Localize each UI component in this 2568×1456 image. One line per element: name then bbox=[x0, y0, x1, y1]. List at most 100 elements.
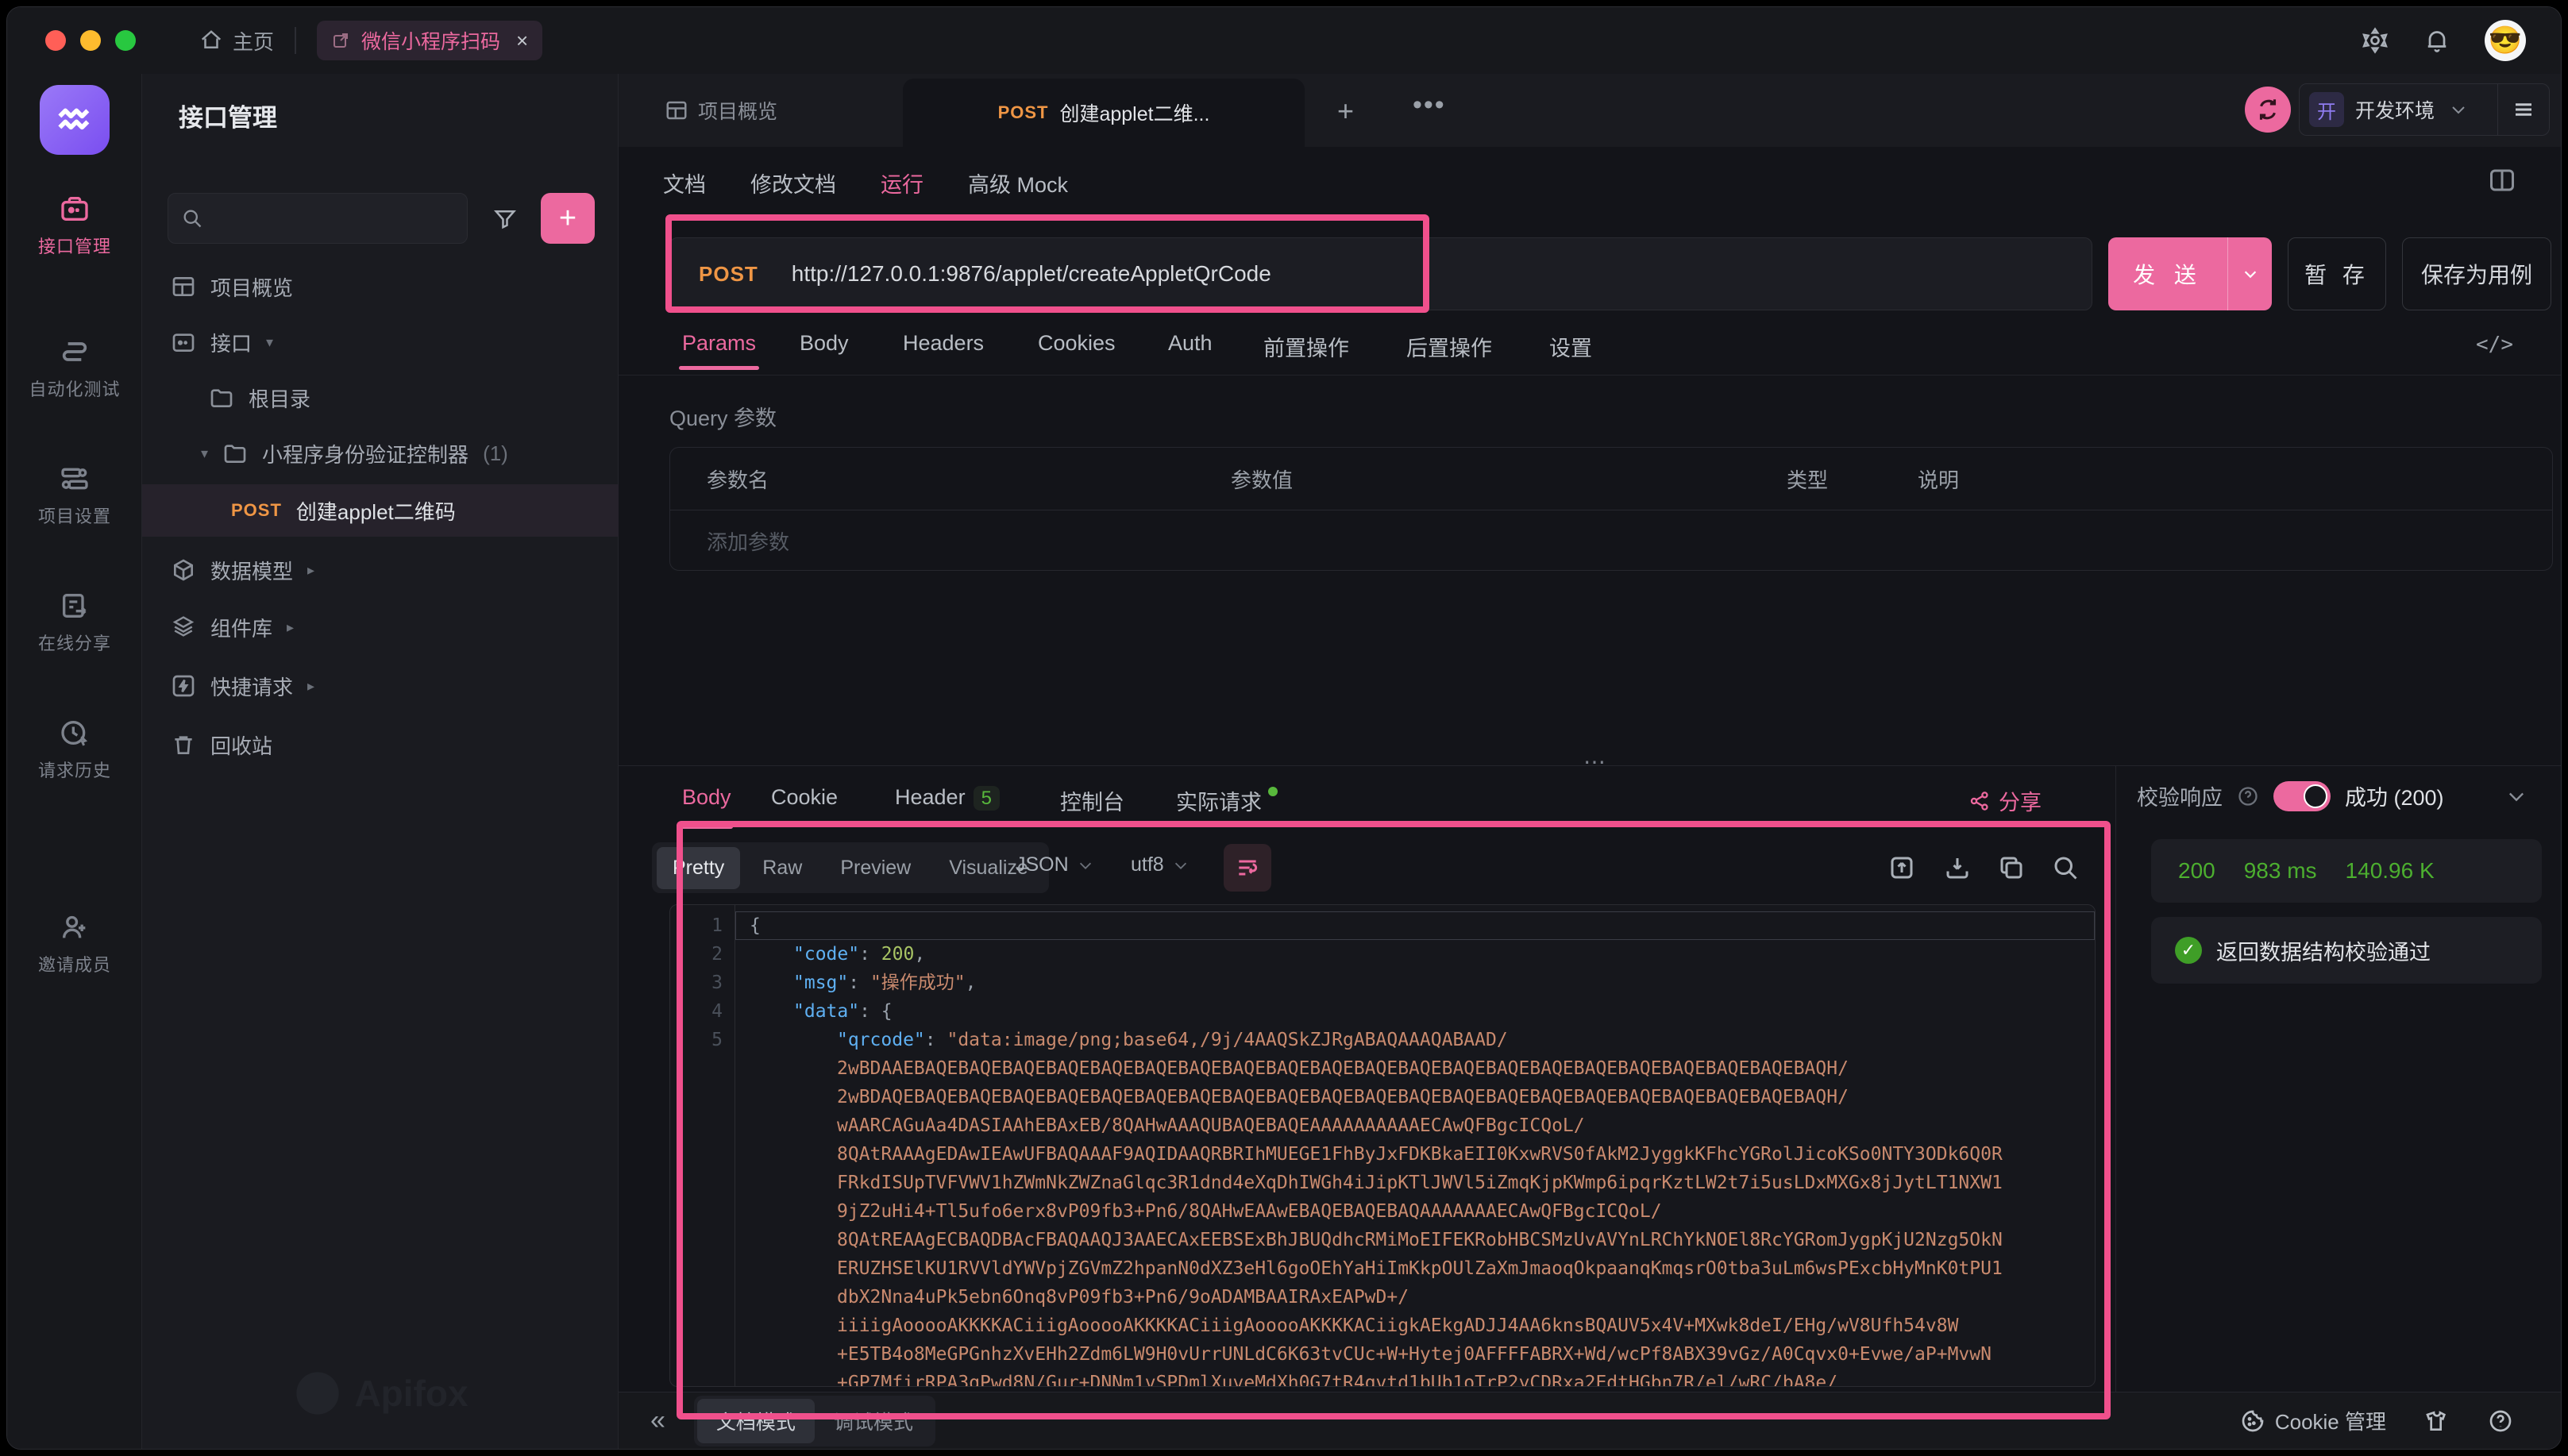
split-panel-icon[interactable] bbox=[2488, 166, 2516, 195]
reqtab-body[interactable]: Body bbox=[800, 331, 849, 356]
method-post-tag[interactable]: POST bbox=[699, 262, 758, 287]
subtab-run[interactable]: 运行 bbox=[881, 168, 923, 198]
code-line: "msg": "操作成功", bbox=[735, 969, 2095, 997]
rail-item-project-settings[interactable]: 项目设置 bbox=[7, 463, 142, 528]
help-icon[interactable] bbox=[2488, 1408, 2513, 1434]
project-tab[interactable]: 微信小程序扫码 × bbox=[317, 21, 542, 60]
sidebar-item-quick-request[interactable]: 快捷请求 ▸ bbox=[142, 660, 619, 712]
add-api-button[interactable]: + bbox=[541, 193, 595, 244]
search-input[interactable] bbox=[211, 207, 441, 229]
reqtab-params[interactable]: Params bbox=[682, 331, 756, 356]
resptab-actual-request[interactable]: 实际请求 bbox=[1176, 785, 1278, 816]
apifox-logo[interactable] bbox=[40, 85, 110, 155]
reqtab-settings[interactable]: 设置 bbox=[1549, 331, 1592, 362]
new-tab-button[interactable]: + bbox=[1337, 94, 1354, 128]
generate-code-icon[interactable]: </> bbox=[2476, 333, 2513, 356]
filter-button[interactable] bbox=[479, 193, 531, 244]
env-sync-button[interactable] bbox=[2245, 87, 2291, 133]
request-url-bar[interactable]: POST http://127.0.0.1:9876/applet/create… bbox=[669, 237, 2092, 310]
chevron-right-icon[interactable]: ▸ bbox=[287, 619, 294, 636]
save-as-case-button[interactable]: 保存为用例 bbox=[2402, 237, 2551, 310]
resptab-console[interactable]: 控制台 bbox=[1060, 785, 1124, 816]
sidebar-item-project-overview[interactable]: 项目概览 bbox=[142, 260, 619, 313]
rail-item-automation[interactable]: 自动化测试 bbox=[7, 336, 142, 401]
reqtab-cookies[interactable]: Cookies bbox=[1038, 331, 1116, 356]
reqtab-post-ops[interactable]: 后置操作 bbox=[1406, 331, 1492, 362]
reqtab-pre-ops[interactable]: 前置操作 bbox=[1263, 331, 1349, 362]
stash-button[interactable]: 暂 存 bbox=[2288, 237, 2386, 310]
validation-passed-text: 返回数据结构校验通过 bbox=[2216, 935, 2431, 966]
help-icon[interactable] bbox=[2237, 785, 2259, 807]
chevron-down-icon[interactable] bbox=[2505, 785, 2528, 807]
sidebar-item-root-dir[interactable]: 根目录 bbox=[142, 372, 619, 424]
tab-overflow-button[interactable]: ••• bbox=[1413, 90, 1446, 121]
editor-gutter: 12345 bbox=[670, 911, 734, 1387]
minimize-window-button[interactable] bbox=[80, 30, 101, 51]
sidebar-item-data-model[interactable]: 数据模型 ▸ bbox=[142, 544, 619, 596]
share-button[interactable]: 分享 bbox=[1968, 785, 2042, 816]
debug-mode-button[interactable]: 调试模式 bbox=[815, 1399, 932, 1443]
response-json-editor[interactable]: 12345 {"code": 200,"msg": "操作成功","data":… bbox=[669, 904, 2096, 1387]
method-post-tag: POST bbox=[231, 500, 282, 521]
resptab-cookie[interactable]: Cookie bbox=[771, 785, 838, 810]
theme-shirt-icon[interactable] bbox=[2424, 1408, 2450, 1434]
copy-response-icon[interactable] bbox=[1997, 853, 2026, 882]
rail-item-request-history[interactable]: 请求历史 bbox=[7, 717, 142, 782]
export-response-icon[interactable] bbox=[1887, 853, 1916, 882]
subtab-advanced-mock[interactable]: 高级 Mock bbox=[968, 168, 1068, 198]
sidebar-item-controller-folder[interactable]: ▾ 小程序身份验证控制器 (1) bbox=[142, 427, 619, 480]
project-settings-icon bbox=[7, 463, 142, 495]
chevron-right-icon[interactable]: ▸ bbox=[307, 678, 314, 695]
rail-item-api-manage[interactable]: 接口管理 bbox=[7, 193, 142, 258]
encoding-dropdown[interactable]: utf8 bbox=[1131, 853, 1190, 876]
resptab-body[interactable]: Body bbox=[682, 785, 731, 810]
settings-gear-icon[interactable] bbox=[2361, 26, 2389, 55]
user-avatar[interactable]: 😎 bbox=[2485, 20, 2526, 61]
rail-item-online-share[interactable]: 在线分享 bbox=[7, 590, 142, 655]
reqtab-auth[interactable]: Auth bbox=[1168, 331, 1213, 356]
home-icon bbox=[199, 29, 223, 52]
folder-icon bbox=[209, 385, 234, 410]
notifications-bell-icon[interactable] bbox=[2423, 26, 2451, 55]
add-param-row[interactable]: 添加参数 bbox=[707, 510, 789, 571]
chevron-expanded-icon[interactable]: ▾ bbox=[201, 445, 208, 462]
resptab-header[interactable]: Header5 bbox=[895, 785, 1000, 810]
word-wrap-icon[interactable] bbox=[1224, 844, 1271, 892]
tab-endpoint-active[interactable]: POST 创建applet二维... bbox=[903, 79, 1305, 147]
rail-item-invite-members[interactable]: 邀请成员 bbox=[7, 911, 142, 976]
view-pretty[interactable]: Pretty bbox=[657, 847, 740, 889]
actual-request-dot bbox=[1268, 787, 1278, 796]
doc-mode-button[interactable]: 文档模式 bbox=[697, 1399, 815, 1443]
chevron-right-icon[interactable]: ▸ bbox=[307, 562, 314, 579]
close-window-button[interactable] bbox=[45, 30, 66, 51]
sidebar-item-api-root[interactable]: 接口 ▾ bbox=[142, 316, 619, 368]
search-response-icon[interactable] bbox=[2051, 853, 2080, 882]
collapse-sidebar-icon[interactable]: « bbox=[650, 1405, 665, 1436]
validate-toggle[interactable] bbox=[2273, 781, 2331, 811]
home-nav[interactable]: 主页 bbox=[199, 26, 274, 56]
status-code: 200 bbox=[2178, 858, 2215, 884]
chevron-down-icon[interactable]: ▾ bbox=[266, 334, 273, 351]
sidebar-item-endpoint-selected[interactable]: POST 创建applet二维码 bbox=[142, 484, 619, 537]
subtab-edit-doc[interactable]: 修改文档 bbox=[750, 168, 836, 198]
download-response-icon[interactable] bbox=[1943, 853, 1972, 882]
sidebar-item-recycle-bin[interactable]: 回收站 bbox=[142, 718, 619, 771]
send-options-chevron[interactable] bbox=[2227, 237, 2272, 310]
tab-project-overview[interactable]: 项目概览 bbox=[665, 74, 777, 147]
cookie-manager-button[interactable]: Cookie 管理 bbox=[2240, 1406, 2386, 1435]
col-param-name: 参数名 bbox=[707, 464, 1231, 494]
send-button[interactable]: 发 送 bbox=[2108, 237, 2272, 310]
subtab-doc[interactable]: 文档 bbox=[663, 168, 706, 198]
view-raw[interactable]: Raw bbox=[746, 847, 818, 889]
search-box[interactable] bbox=[168, 193, 468, 244]
format-dropdown[interactable]: JSON bbox=[1016, 853, 1094, 876]
reqtab-headers[interactable]: Headers bbox=[903, 331, 984, 356]
close-tab-icon[interactable]: × bbox=[516, 29, 528, 53]
env-menu-icon[interactable] bbox=[2498, 98, 2549, 121]
zoom-window-button[interactable] bbox=[115, 30, 136, 51]
environment-select[interactable]: 开 开发环境 bbox=[2299, 83, 2550, 136]
request-url-text[interactable]: http://127.0.0.1:9876/applet/createApple… bbox=[792, 261, 1271, 287]
search-icon bbox=[181, 207, 203, 229]
sidebar-item-component-lib[interactable]: 组件库 ▸ bbox=[142, 601, 619, 653]
view-preview[interactable]: Preview bbox=[824, 847, 927, 889]
